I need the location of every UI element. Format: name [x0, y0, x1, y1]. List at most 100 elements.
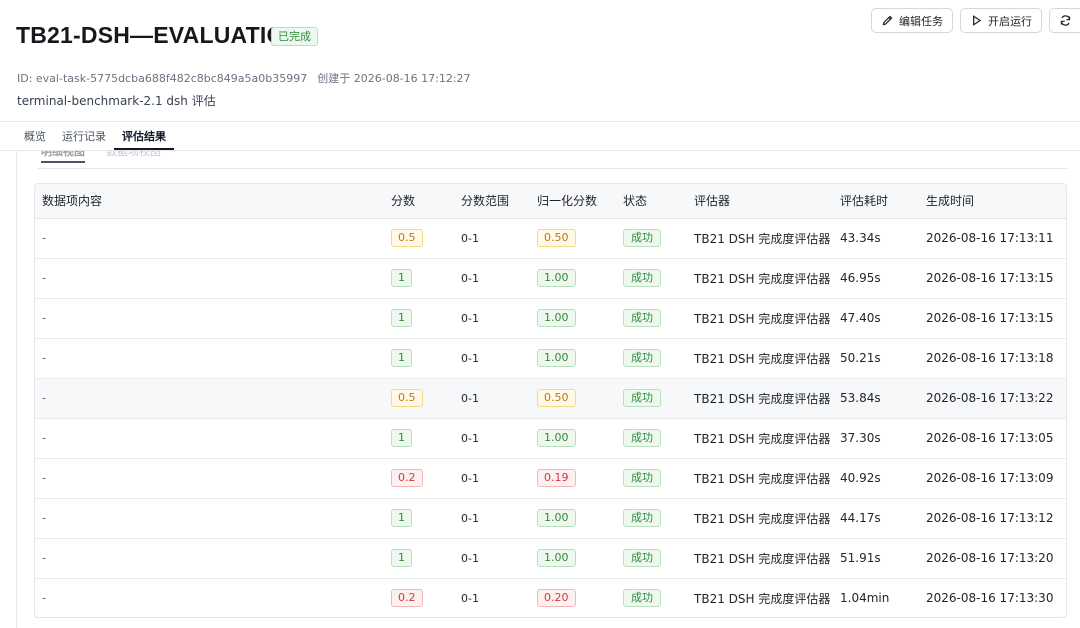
col-header-score[interactable]: 分数 [384, 184, 454, 219]
score-badge: 1 [391, 509, 412, 527]
col-header-status[interactable]: 状态 [616, 184, 687, 219]
col-header-evaluator[interactable]: 评估器 [687, 184, 833, 219]
cell-score: 1 [384, 298, 454, 339]
cell-evaluator: TB21 DSH 完成度评估器 [687, 378, 833, 419]
status-badge: 已完成 [271, 27, 318, 46]
refresh-icon [1060, 15, 1071, 26]
score-badge: 1 [391, 349, 412, 367]
cell-normalized: 1.00 [530, 338, 616, 379]
edit-task-label: 编辑任务 [899, 14, 943, 28]
score-badge: 0.2 [391, 589, 423, 607]
cell-score: 1 [384, 258, 454, 299]
created-at: 创建于 2026-08-16 17:12:27 [317, 72, 471, 85]
table-row[interactable]: -0.2 0-1 0.20 成功 TB21 DSH 完成度评估器 1.04min 2026-… [35, 578, 1066, 617]
normalized-score-badge: 1.00 [537, 349, 576, 367]
cell-evaluator: TB21 DSH 完成度评估器 [687, 578, 833, 617]
score-badge: 0.5 [391, 389, 423, 407]
cell-content: - [35, 498, 384, 539]
cell-duration: 50.21s [833, 338, 919, 379]
play-icon [973, 15, 982, 26]
cell-duration: 51.91s [833, 538, 919, 579]
refresh-button[interactable] [1049, 8, 1080, 33]
score-badge: 1 [391, 269, 412, 287]
table-row[interactable]: -1 0-1 1.00 成功 TB21 DSH 完成度评估器 50.21s 2026-08-… [35, 338, 1066, 379]
table-row[interactable]: -1 0-1 1.00 成功 TB21 DSH 完成度评估器 46.95s 2026-08-… [35, 258, 1066, 299]
col-header-duration[interactable]: 评估耗时 [833, 184, 919, 219]
status-success-badge: 成功 [623, 589, 661, 607]
cell-score: 1 [384, 418, 454, 459]
cell-created-time: 2026-08-16 17:13:30 [919, 578, 1066, 617]
status-success-badge: 成功 [623, 509, 661, 527]
cell-evaluator: TB21 DSH 完成度评估器 [687, 218, 833, 259]
cell-evaluator: TB21 DSH 完成度评估器 [687, 338, 833, 379]
page-title: TB21-DSH—EVALUATION [16, 22, 302, 48]
content-left-border [16, 151, 17, 628]
cell-created-time: 2026-08-16 17:13:05 [919, 418, 1066, 459]
cell-duration: 1.04min [833, 578, 919, 617]
header-actions: 编辑任务 开启运行 [871, 8, 1080, 33]
cell-evaluator: TB21 DSH 完成度评估器 [687, 298, 833, 339]
cell-score: 0.5 [384, 378, 454, 419]
status-success-badge: 成功 [623, 349, 661, 367]
status-success-badge: 成功 [623, 309, 661, 327]
cell-normalized: 0.19 [530, 458, 616, 499]
cell-created-time: 2026-08-16 17:13:15 [919, 258, 1066, 299]
status-success-badge: 成功 [623, 549, 661, 567]
cell-status: 成功 [616, 578, 687, 617]
tab-bar: 概览 运行记录 评估结果 [16, 122, 174, 150]
cell-duration: 37.30s [833, 418, 919, 459]
cell-status: 成功 [616, 218, 687, 259]
cell-range: 0-1 [454, 578, 530, 617]
col-header-range[interactable]: 分数范围 [454, 184, 530, 219]
table-row[interactable]: -1 0-1 1.00 成功 TB21 DSH 完成度评估器 51.91s 2026-08-… [35, 538, 1066, 579]
status-success-badge: 成功 [623, 229, 661, 247]
table-row[interactable]: -1 0-1 1.00 成功 TB21 DSH 完成度评估器 44.17s 2026-08-… [35, 498, 1066, 539]
cell-duration: 40.92s [833, 458, 919, 499]
score-badge: 0.5 [391, 229, 423, 247]
cell-status: 成功 [616, 418, 687, 459]
cell-content: - [35, 218, 384, 259]
tab-run-records[interactable]: 运行记录 [54, 122, 114, 150]
cell-range: 0-1 [454, 338, 530, 379]
cell-duration: 47.40s [833, 298, 919, 339]
table-header-row: 数据项内容 分数 分数范围 归一化分数 状态 评估器 评估耗时 生成时间 [35, 184, 1066, 219]
cell-duration: 43.34s [833, 218, 919, 259]
cell-evaluator: TB21 DSH 完成度评估器 [687, 258, 833, 299]
normalized-score-badge: 0.50 [537, 229, 576, 247]
cell-status: 成功 [616, 538, 687, 579]
normalized-score-badge: 1.00 [537, 269, 576, 287]
table-row[interactable]: -1 0-1 1.00 成功 TB21 DSH 完成度评估器 47.40s 2026-08-… [35, 298, 1066, 339]
normalized-score-badge: 0.20 [537, 589, 576, 607]
table-row[interactable]: -0.5 0-1 0.50 成功 TB21 DSH 完成度评估器 53.84s 2026-0… [35, 378, 1066, 419]
normalized-score-badge: 0.19 [537, 469, 576, 487]
cell-status: 成功 [616, 458, 687, 499]
cell-created-time: 2026-08-16 17:13:12 [919, 498, 1066, 539]
cell-duration: 46.95s [833, 258, 919, 299]
cell-status: 成功 [616, 498, 687, 539]
table-row[interactable]: -0.5 0-1 0.50 成功 TB21 DSH 完成度评估器 43.34s 2026-0… [35, 218, 1066, 259]
subtab-detail-view[interactable]: 明细视图 [41, 151, 85, 163]
edit-task-button[interactable]: 编辑任务 [871, 8, 953, 33]
cell-normalized: 1.00 [530, 258, 616, 299]
cell-content: - [35, 418, 384, 459]
subtab-item-view[interactable]: 数据项视图 [106, 151, 161, 159]
table-row[interactable]: -1 0-1 1.00 成功 TB21 DSH 完成度评估器 37.30s 2026-08-… [35, 418, 1066, 459]
cell-range: 0-1 [454, 458, 530, 499]
cell-normalized: 1.00 [530, 418, 616, 459]
tab-overview[interactable]: 概览 [16, 122, 54, 150]
tab-evaluation-results[interactable]: 评估结果 [114, 122, 174, 150]
cell-content: - [35, 458, 384, 499]
cell-normalized: 1.00 [530, 298, 616, 339]
status-success-badge: 成功 [623, 389, 661, 407]
start-run-button[interactable]: 开启运行 [960, 8, 1042, 33]
col-header-normalized[interactable]: 归一化分数 [530, 184, 616, 219]
cell-score: 0.5 [384, 218, 454, 259]
col-header-created-time[interactable]: 生成时间 [919, 184, 1066, 219]
cell-content: - [35, 258, 384, 299]
cell-created-time: 2026-08-16 17:13:18 [919, 338, 1066, 379]
col-header-content[interactable]: 数据项内容 [35, 184, 384, 219]
cell-normalized: 1.00 [530, 498, 616, 539]
cell-range: 0-1 [454, 298, 530, 339]
table-row[interactable]: -0.2 0-1 0.19 成功 TB21 DSH 完成度评估器 40.92s 2026-0… [35, 458, 1066, 499]
results-table: 数据项内容 分数 分数范围 归一化分数 状态 评估器 评估耗时 生成时间 -0.… [34, 183, 1067, 618]
